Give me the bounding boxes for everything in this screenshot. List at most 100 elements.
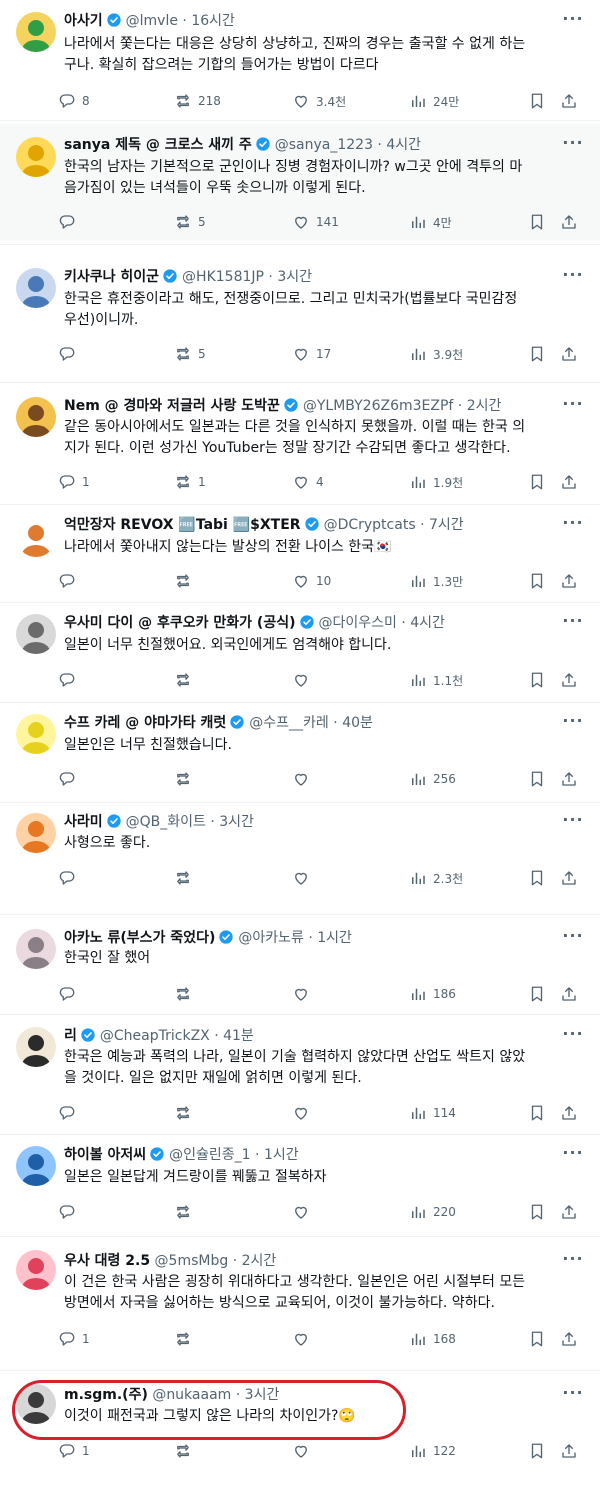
retweet-button[interactable] [174, 983, 192, 1005]
share-button[interactable] [560, 867, 578, 889]
author-handle[interactable]: @lmvle [126, 13, 178, 29]
reply-button[interactable] [58, 867, 76, 889]
avatar[interactable] [16, 397, 56, 437]
retweet-button[interactable] [174, 570, 192, 592]
timestamp[interactable]: 1시간 [317, 930, 352, 946]
author-name[interactable]: 하이볼 아저씨 [64, 1147, 146, 1163]
more-icon[interactable]: ··· [562, 613, 584, 636]
bookmark-button[interactable] [528, 343, 546, 365]
avatar[interactable] [16, 1146, 56, 1186]
views-button[interactable]: 168 [409, 1328, 456, 1350]
like-button[interactable] [292, 1328, 310, 1350]
reply-button[interactable] [58, 343, 76, 365]
author-handle[interactable]: @다이우스미 [319, 615, 397, 631]
share-button[interactable] [560, 669, 578, 691]
share-button[interactable] [560, 471, 578, 493]
like-button[interactable]: 4 [292, 471, 324, 493]
author-name[interactable]: 사라미 [64, 814, 103, 830]
share-button[interactable] [560, 1440, 578, 1462]
reply-button[interactable] [58, 983, 76, 1005]
views-button[interactable]: 122 [409, 1440, 456, 1462]
like-button[interactable] [292, 768, 310, 790]
author-name[interactable]: 아사기 [64, 13, 103, 29]
avatar[interactable] [16, 12, 56, 52]
avatar[interactable] [16, 1027, 56, 1067]
reply-button[interactable]: 1 [58, 1328, 90, 1350]
views-button[interactable]: 24만 [409, 90, 459, 112]
timestamp[interactable]: 3시간 [277, 269, 312, 285]
author-name[interactable]: 아카노 류(부스가 죽었다) [64, 930, 215, 946]
author-name[interactable]: 키사쿠나 히이군 [64, 269, 159, 285]
retweet-button[interactable] [174, 768, 192, 790]
timestamp[interactable]: 3시간 [219, 814, 254, 830]
views-button[interactable]: 256 [409, 768, 456, 790]
share-button[interactable] [560, 570, 578, 592]
more-icon[interactable]: ··· [562, 515, 584, 538]
timestamp[interactable]: 7시간 [429, 517, 464, 533]
like-button[interactable]: 3.4천 [292, 90, 346, 112]
retweet-button[interactable]: 218 [174, 90, 221, 112]
retweet-button[interactable] [174, 1102, 192, 1124]
author-handle[interactable]: @5msMbg [155, 1253, 229, 1269]
bookmark-button[interactable] [528, 867, 546, 889]
author-name[interactable]: 리 [64, 1028, 77, 1044]
share-button[interactable] [560, 1102, 578, 1124]
avatar[interactable] [16, 268, 56, 308]
bookmark-button[interactable] [528, 1201, 546, 1223]
retweet-button[interactable] [174, 1328, 192, 1350]
bookmark-button[interactable] [528, 1328, 546, 1350]
views-button[interactable]: 186 [409, 983, 456, 1005]
bookmark-button[interactable] [528, 768, 546, 790]
share-button[interactable] [560, 1328, 578, 1350]
like-button[interactable]: 141 [292, 211, 339, 233]
like-button[interactable] [292, 983, 310, 1005]
more-icon[interactable]: ··· [562, 396, 584, 419]
more-icon[interactable]: ··· [562, 812, 584, 835]
avatar[interactable] [16, 929, 56, 969]
more-icon[interactable]: ··· [562, 1026, 584, 1049]
timestamp[interactable]: 2시간 [467, 398, 502, 414]
author-handle[interactable]: @HK1581JP [182, 269, 264, 285]
like-button[interactable] [292, 1201, 310, 1223]
views-button[interactable]: 2.3천 [409, 867, 463, 889]
author-name[interactable]: 우사미 다이 @ 후쿠오카 만화가 (공식) [64, 615, 296, 631]
author-handle[interactable]: @DCryptcats [324, 517, 416, 533]
bookmark-button[interactable] [528, 983, 546, 1005]
views-button[interactable]: 114 [409, 1102, 456, 1124]
retweet-button[interactable]: 5 [174, 343, 206, 365]
share-button[interactable] [560, 983, 578, 1005]
author-handle[interactable]: @인슐린종_1 [169, 1147, 250, 1163]
timestamp[interactable]: 2시간 [242, 1253, 277, 1269]
timestamp[interactable]: 4시간 [410, 615, 445, 631]
avatar[interactable] [16, 517, 56, 557]
avatar[interactable] [16, 1250, 56, 1290]
avatar[interactable] [16, 813, 56, 853]
reply-button[interactable] [58, 1201, 76, 1223]
views-button[interactable]: 1.1천 [409, 669, 463, 691]
like-button[interactable] [292, 1440, 310, 1462]
like-button[interactable]: 10 [292, 570, 331, 592]
bookmark-button[interactable] [528, 1102, 546, 1124]
more-icon[interactable]: ··· [562, 1145, 584, 1168]
retweet-button[interactable] [174, 867, 192, 889]
author-name[interactable]: Nem @ 경마와 저글러 사랑 도박꾼 [64, 398, 280, 414]
reply-button[interactable]: 1 [58, 1440, 90, 1462]
reply-button[interactable]: 8 [58, 90, 90, 112]
timestamp[interactable]: 4시간 [386, 137, 421, 153]
reply-button[interactable] [58, 669, 76, 691]
views-button[interactable]: 4만 [409, 211, 452, 233]
reply-button[interactable] [58, 211, 76, 233]
author-name[interactable]: 억만장자 REVOX 🆓Tabi 🆓$XTER [64, 517, 301, 533]
avatar[interactable] [16, 714, 56, 754]
author-name[interactable]: 우사 대령 2.5 [64, 1253, 150, 1269]
timestamp[interactable]: 40분 [342, 715, 373, 731]
author-handle[interactable]: @수프__카레 [249, 715, 329, 731]
author-handle[interactable]: @YLMBY26Z6m3EZPf [303, 398, 454, 414]
bookmark-button[interactable] [528, 471, 546, 493]
like-button[interactable] [292, 669, 310, 691]
timestamp[interactable]: 16시간 [191, 13, 235, 29]
author-name[interactable]: 수프 카레 @ 야마가타 캐럿 [64, 715, 226, 731]
more-icon[interactable]: ··· [562, 11, 584, 34]
avatar[interactable] [16, 614, 56, 654]
author-handle[interactable]: @CheapTrickZX [100, 1028, 210, 1044]
